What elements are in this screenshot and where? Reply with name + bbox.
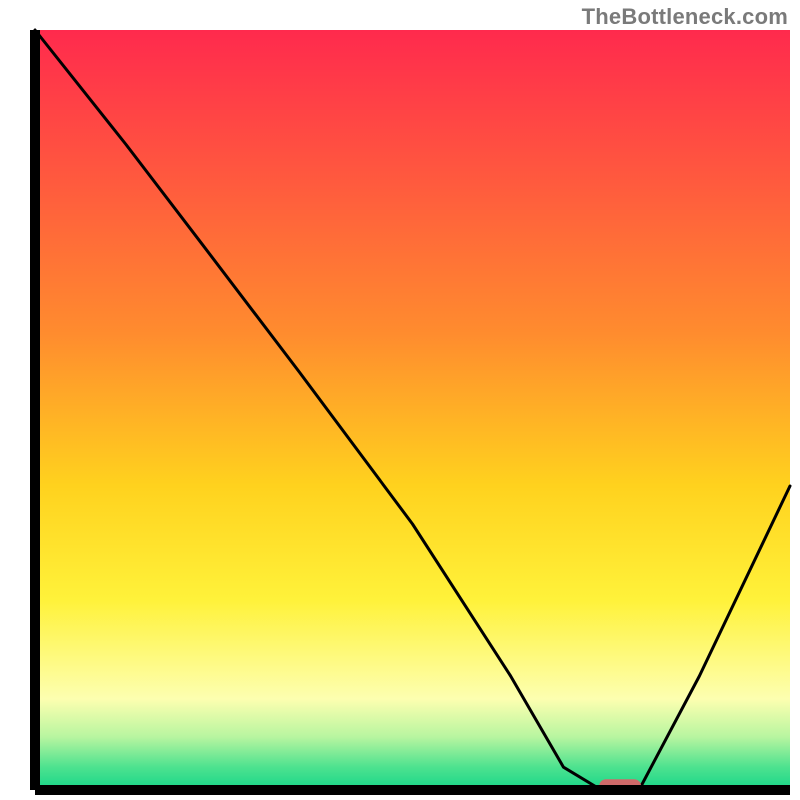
bottleneck-chart xyxy=(0,0,800,800)
watermark-text: TheBottleneck.com xyxy=(582,4,788,30)
chart-container: TheBottleneck.com xyxy=(0,0,800,800)
gradient-background xyxy=(35,30,790,790)
